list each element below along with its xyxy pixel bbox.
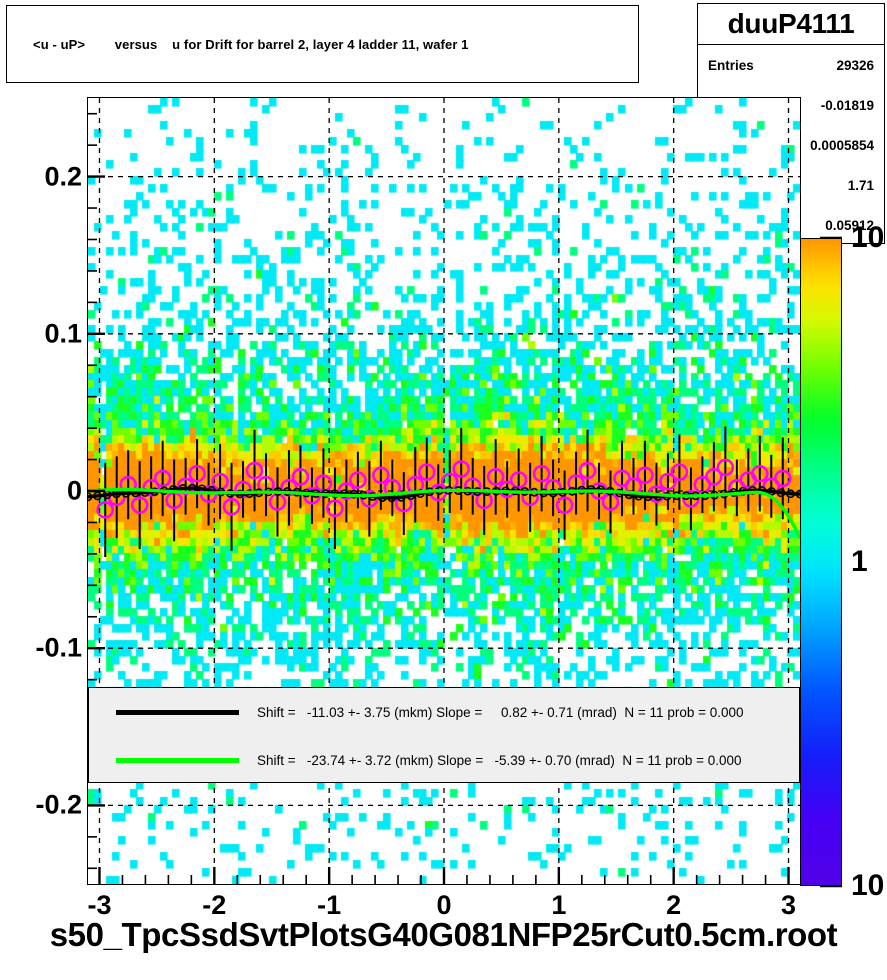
y-tick-label: -0.1 xyxy=(35,632,82,663)
palette-tick-label: 1 xyxy=(851,545,868,578)
fit-legend-box: Shift = -11.03 +- 3.75 (mkm) Slope = 0.8… xyxy=(88,687,800,783)
color-palette-axis xyxy=(800,238,842,886)
y-tick-label: 0.2 xyxy=(44,161,82,192)
palette-tick-label: 10 xyxy=(851,869,885,902)
y-tick-label: 0.1 xyxy=(44,318,82,349)
legend-entry-green: Shift = -23.74 +- 3.72 (mkm) Slope = -5.… xyxy=(89,736,799,784)
file-name-title: s50_TpcSsdSvtPlotsG40G081NFP25rCut0.5cm.… xyxy=(49,916,838,953)
y-tick-label: 0 xyxy=(66,475,82,506)
stat-value-rms-y: 0.05912 xyxy=(825,217,874,233)
stat-value-entries: 29326 xyxy=(836,57,874,73)
legend-label-green: Shift = -23.74 +- 3.72 (mkm) Slope = -5.… xyxy=(257,752,742,768)
legend-entry-black: Shift = -11.03 +- 3.75 (mkm) Slope = 0.8… xyxy=(89,688,799,736)
plot-title-box: <u - uP> versus u for Drift for barrel 2… xyxy=(6,5,639,83)
statistics-histogram-name: duuP4111 xyxy=(698,4,884,45)
stat-value-rms-x: 1.71 xyxy=(847,177,874,193)
palette-gradient xyxy=(801,239,841,885)
stat-value-mean-x: -0.01819 xyxy=(820,97,874,113)
stat-value-mean-y: 0.0005854 xyxy=(810,137,874,153)
y-axis-labels: 0.2 0.1 0 -0.1 -0.2 xyxy=(0,0,82,980)
legend-line-swatch-green xyxy=(116,757,239,763)
stat-label-entries: Entries xyxy=(708,57,754,73)
y-tick-label: -0.2 xyxy=(35,789,82,820)
stat-row-entries: Entries 29326 xyxy=(698,45,884,85)
legend-label-black: Shift = -11.03 +- 3.75 (mkm) Slope = 0.8… xyxy=(257,704,744,720)
legend-line-swatch-black xyxy=(116,709,239,715)
